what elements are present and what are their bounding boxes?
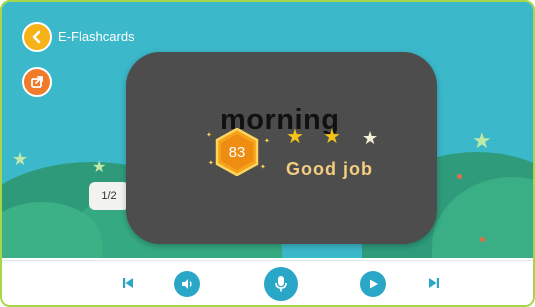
rating-star-filled-icon: ★	[323, 126, 341, 148]
sparkle-icon: ✦	[264, 138, 270, 145]
skip-next-icon	[429, 278, 439, 288]
play-icon	[370, 279, 378, 289]
flashcard-stage: ★ ★ ★ E-Flashcards 1/2 morning 83 ✦ ✦ ✦ …	[2, 2, 533, 258]
sparkle-icon: ✦	[260, 164, 266, 171]
app-frame: ★ ★ ★ E-Flashcards 1/2 morning 83 ✦ ✦ ✦ …	[0, 0, 535, 307]
sparkle-icon: ✦	[208, 160, 214, 167]
skip-previous-icon	[123, 278, 133, 288]
sparkle-icon: ✦	[206, 132, 212, 139]
decor-star-icon: ★	[92, 159, 107, 176]
share-icon	[31, 76, 43, 88]
rating-star-filled-icon: ★	[286, 126, 304, 148]
decor-dot	[480, 237, 485, 242]
share-button[interactable]	[22, 67, 52, 97]
rating-star-empty-icon: ★	[362, 128, 379, 148]
speaker-icon	[182, 279, 192, 289]
decor-dot	[457, 174, 462, 179]
pronunciation-score: 83	[228, 143, 246, 161]
playback-controls	[2, 260, 533, 305]
microphone-icon	[275, 276, 287, 292]
play-button[interactable]	[360, 271, 386, 297]
page-indicator: 1/2	[89, 182, 129, 210]
app-title: E-Flashcards	[58, 29, 135, 44]
previous-button[interactable]	[120, 275, 136, 291]
decor-star-icon: ★	[472, 128, 492, 153]
chevron-left-icon	[32, 30, 41, 44]
flashcard: morning 83 ✦ ✦ ✦ ✦ ★ ★ ★ Good job	[126, 52, 437, 244]
next-button[interactable]	[426, 275, 442, 291]
audio-button[interactable]	[174, 271, 200, 297]
back-button[interactable]	[22, 22, 52, 52]
feedback-message: Good job	[286, 159, 373, 179]
decor-star-icon: ★	[12, 149, 29, 169]
record-button[interactable]	[264, 267, 298, 301]
